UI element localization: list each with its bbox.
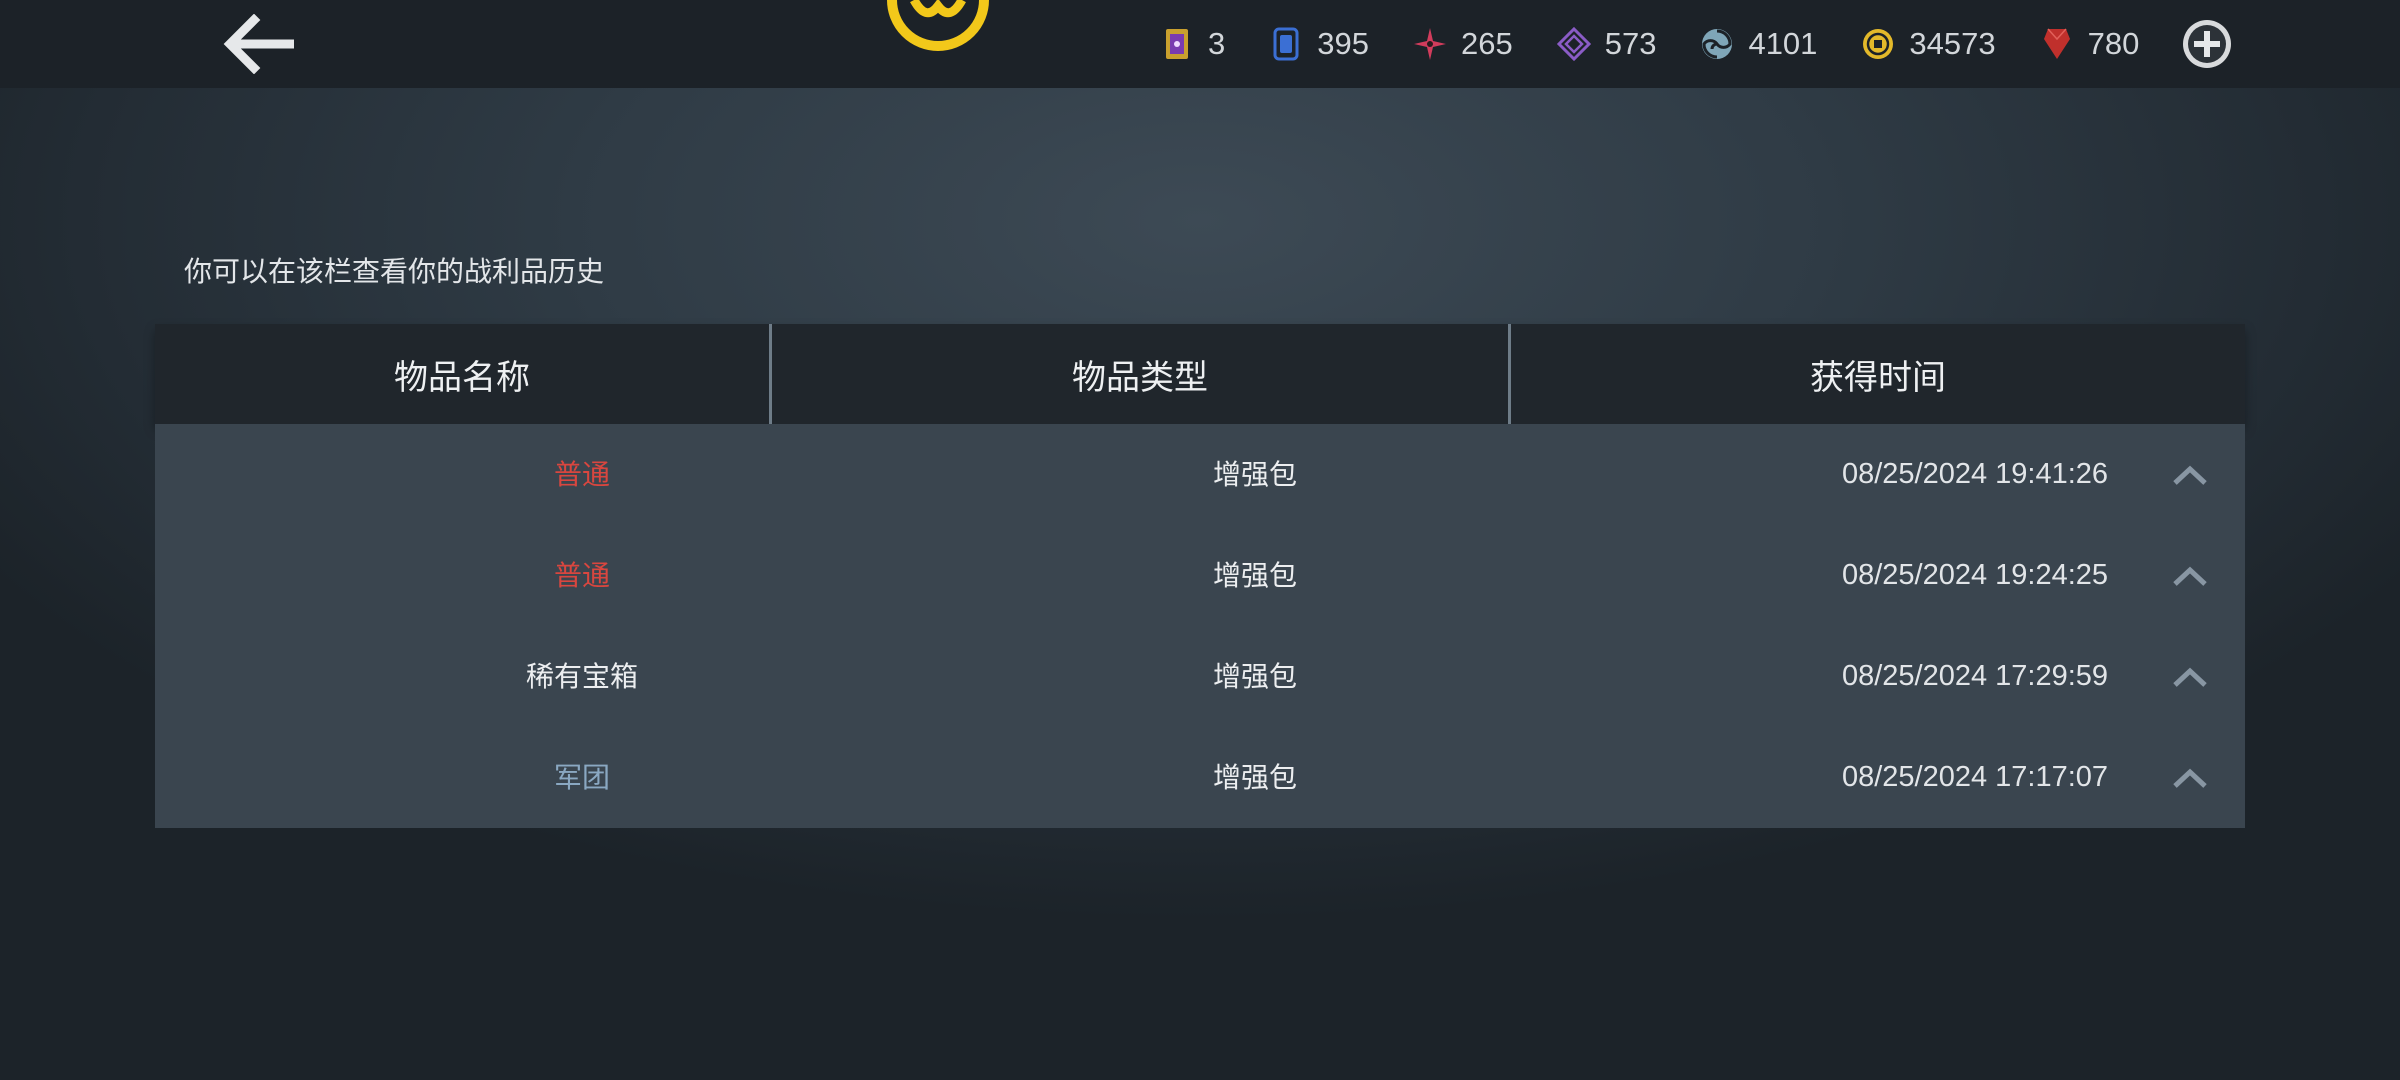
table-row[interactable]: 军团 增强包 08/25/2024 17:17:07: [155, 727, 2245, 828]
item-name: 普通: [553, 559, 610, 592]
table-body: 普通 增强包 08/25/2024 19:41:26 普通 增强包 08/25/…: [155, 424, 2245, 828]
currency-value: 780: [2087, 26, 2140, 61]
chevron-up-icon: [2173, 465, 2207, 485]
column-header-item-name: 物品名称: [394, 357, 530, 398]
currency-spiral[interactable]: 4101: [1700, 26, 1817, 62]
ticket-icon: [1160, 27, 1194, 61]
item-name: 稀有宝箱: [525, 660, 638, 693]
item-type: 增强包: [1212, 761, 1297, 794]
table-row[interactable]: 普通 增强包 08/25/2024 19:24:25: [155, 525, 2245, 626]
back-button[interactable]: [222, 13, 298, 75]
red-star-icon: [1413, 27, 1447, 61]
currency-ticket[interactable]: 3: [1160, 26, 1225, 62]
currency-star[interactable]: 265: [1413, 26, 1513, 62]
logo-emblem-icon: [887, 0, 989, 51]
currency-diamond[interactable]: 573: [1556, 26, 1657, 62]
currency-value: 4101: [1748, 26, 1818, 61]
table-row[interactable]: 普通 增强包 08/25/2024 19:41:26: [155, 424, 2245, 525]
add-currency-button[interactable]: [2180, 17, 2234, 71]
card-icon: [1269, 27, 1303, 61]
expand-row-button[interactable]: [2165, 760, 2215, 796]
item-name: 普通: [553, 458, 610, 491]
table-row[interactable]: 稀有宝箱 增强包 08/25/2024 17:29:59: [155, 626, 2245, 727]
currency-card[interactable]: 395: [1269, 26, 1369, 62]
chevron-up-icon: [2173, 667, 2207, 687]
currency-value: 265: [1460, 26, 1513, 61]
plus-circle-icon: [2183, 20, 2231, 68]
currency-value: 34573: [1909, 26, 1996, 61]
item-type: 增强包: [1212, 660, 1297, 693]
top-bar: 3 395 265 573 4101 34573 780: [0, 0, 2400, 88]
column-header-obtained-time: 获得时间: [1810, 357, 1946, 398]
ruby-icon: [2040, 27, 2074, 61]
back-arrow-icon: [223, 13, 294, 75]
chevron-up-icon: [2173, 566, 2207, 586]
column-header-item-type: 物品类型: [1072, 357, 1208, 398]
item-type: 增强包: [1212, 559, 1297, 592]
spiral-icon: [1700, 27, 1734, 61]
expand-row-button[interactable]: [2165, 558, 2215, 594]
item-type: 增强包: [1212, 458, 1297, 491]
coin-icon: [1861, 27, 1895, 61]
currency-value: 395: [1317, 26, 1369, 61]
expand-row-button[interactable]: [2165, 457, 2215, 493]
table-header: 物品名称 物品类型 获得时间: [155, 324, 2245, 424]
page-subtitle: 你可以在该栏查看你的战利品历史: [184, 255, 605, 288]
currency-value: 3: [1208, 26, 1226, 61]
currency-value: 573: [1604, 26, 1657, 61]
game-logo: [886, 0, 990, 52]
currency-bar: 3 395 265 573 4101 34573 780: [1160, 18, 2183, 70]
purple-diamond-icon: [1556, 27, 1591, 61]
expand-row-button[interactable]: [2165, 659, 2215, 695]
item-name: 军团: [553, 761, 610, 794]
currency-coin[interactable]: 34573: [1861, 26, 1996, 62]
loot-history-table: 物品名称 物品类型 获得时间 普通 增强包 08/25/2024 19:41:2…: [155, 324, 2245, 828]
currency-ruby[interactable]: 780: [2040, 26, 2140, 62]
chevron-up-icon: [2173, 768, 2207, 788]
